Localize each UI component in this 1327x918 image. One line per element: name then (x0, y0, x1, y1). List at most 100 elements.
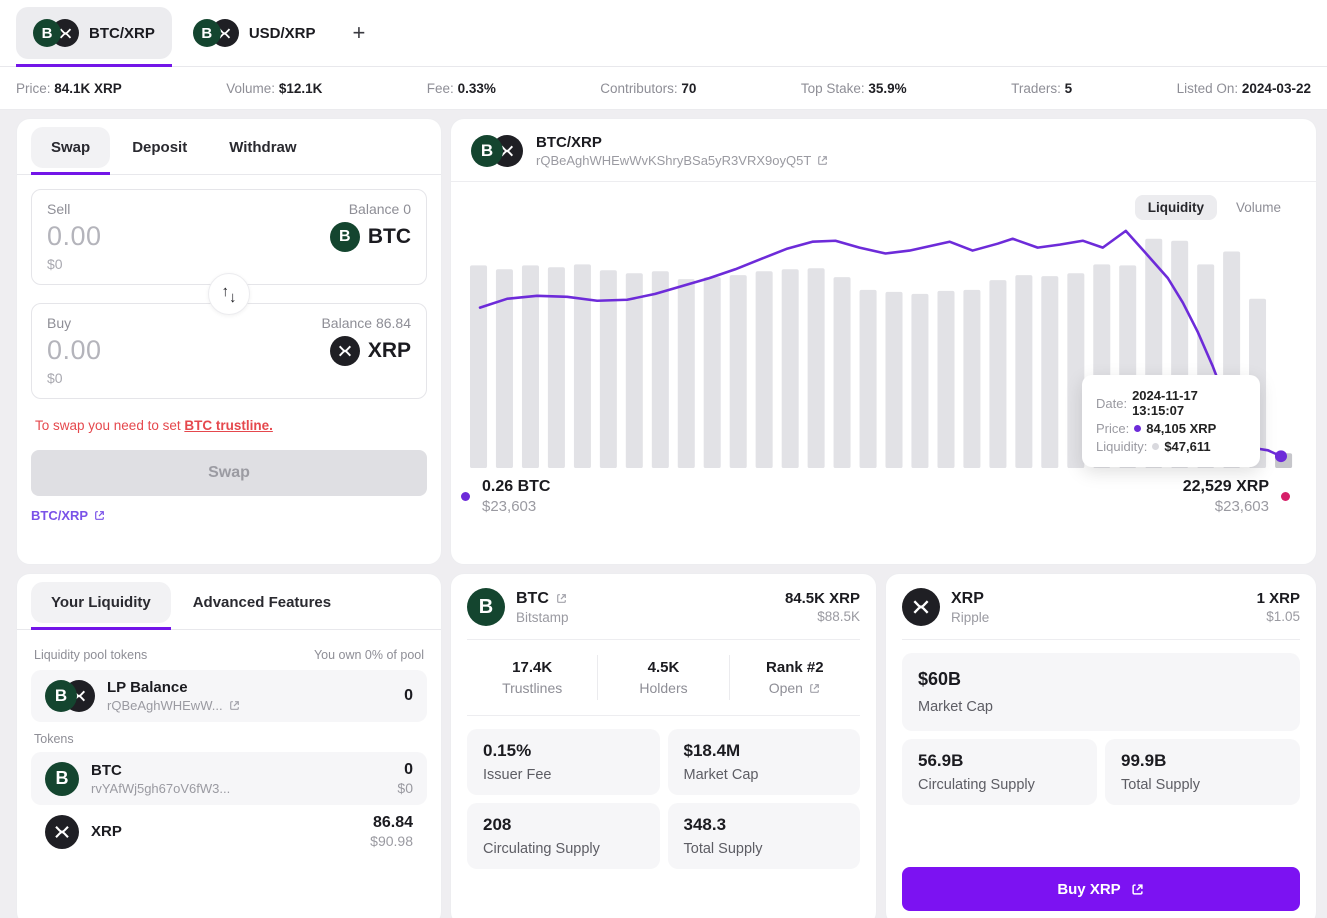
stat-top-stake: Top Stake: 35.9% (801, 81, 907, 96)
rank-open-link[interactable]: Open (730, 680, 860, 696)
pool-tokens-label: Liquidity pool tokens (34, 648, 147, 662)
buy-box: Buy Balance 86.84 0.00 XRP $0 (31, 303, 427, 399)
pink-dot-icon (1281, 492, 1290, 501)
swap-button[interactable]: Swap (31, 450, 427, 496)
pool-ownership-label: You own 0% of pool (314, 648, 424, 662)
external-link-icon[interactable] (228, 699, 241, 712)
tab-label: BTC/XRP (89, 25, 155, 42)
tooltip-liquidity: $47,611 (1164, 439, 1210, 454)
your-liquidity-panel: Your Liquidity Advanced Features Liquidi… (16, 573, 442, 918)
usd-xrp-pair-icon: B (193, 19, 239, 47)
token-issuer: Bitstamp (516, 610, 569, 625)
btc-xrp-pair-icon: B (45, 680, 95, 712)
external-link-icon (1130, 882, 1145, 897)
btc-icon: B (330, 222, 360, 252)
external-link-icon[interactable] (555, 592, 568, 605)
buy-amount-input[interactable]: 0.00 (47, 335, 102, 366)
plus-icon: + (353, 20, 366, 45)
stat-contributors: Contributors: 70 (600, 81, 696, 96)
purple-dot-icon (461, 492, 470, 501)
sell-box: Sell Balance 0 0.00 B BTC $0 (31, 189, 427, 285)
buy-xrp-button[interactable]: Buy XRP (902, 867, 1300, 911)
tab-usd-xrp[interactable]: B USD/XRP (176, 7, 333, 59)
lp-balance-value: 0 (404, 687, 413, 705)
sell-amount-input[interactable]: 0.00 (47, 221, 102, 252)
token-price: 84.5K XRP (785, 590, 860, 607)
chart-tooltip: Date:2024-11-17 13:15:07 Price:84,105 XR… (1082, 375, 1260, 467)
stat-fee: Fee: 0.33% (427, 81, 496, 96)
xrp-token-card: XRP Ripple 1 XRP $1.05 $60B Market Cap 5… (885, 573, 1317, 918)
token-symbol: XRP (951, 590, 984, 608)
toggle-liquidity[interactable]: Liquidity (1135, 195, 1217, 220)
tab-withdraw[interactable]: Withdraw (209, 127, 316, 168)
chart-mode-toggle: Liquidity Volume (451, 182, 1316, 222)
arrow-up-icon: ↑ (222, 283, 230, 300)
stat-price: Price: 84.1K XRP (16, 81, 122, 96)
arrow-down-icon: ↓ (229, 289, 237, 306)
sell-balance: Balance 0 (349, 201, 411, 217)
price-dot-icon (1134, 425, 1141, 432)
token-fiat: $90.98 (370, 833, 413, 849)
pool-reserve-left: 0.26 BTC $23,603 (461, 478, 550, 515)
token-price-fiat: $88.5K (785, 609, 860, 624)
buy-fiat-value: $0 (47, 370, 411, 386)
tile-circulating-supply: 208 Circulating Supply (467, 803, 660, 869)
tab-btc-xrp[interactable]: B BTC/XRP (16, 7, 172, 59)
xrp-icon (45, 815, 79, 849)
chart-pair-title: BTC/XRP (536, 134, 829, 151)
tile-market-cap: $18.4M Market Cap (668, 729, 861, 795)
reserve-xrp-fiat: $23,603 (1183, 498, 1269, 515)
tab-label: USD/XRP (249, 25, 316, 42)
buy-label: Buy (47, 315, 71, 331)
token-symbol: BTC (516, 590, 549, 608)
token-price: 1 XRP (1257, 590, 1300, 607)
tab-swap[interactable]: Swap (31, 127, 110, 168)
tile-issuer-fee: 0.15% Issuer Fee (467, 729, 660, 795)
tooltip-price: 84,105 XRP (1146, 421, 1216, 436)
tile-circulating-supply: 56.9B Circulating Supply (902, 739, 1097, 805)
reserve-btc-amount: 0.26 BTC (482, 478, 550, 496)
buy-balance: Balance 86.84 (321, 315, 411, 331)
sell-token-symbol: BTC (368, 225, 411, 249)
token-address: rvYAfWj5gh67oV6fW3... (91, 781, 230, 796)
tile-total-supply: 348.3 Total Supply (668, 803, 861, 869)
sell-token-selector[interactable]: B BTC (330, 222, 411, 252)
buy-token-selector[interactable]: XRP (330, 336, 411, 366)
btc-icon: B (45, 762, 79, 796)
pair-tab-bar: B BTC/XRP B USD/XRP + (0, 0, 1327, 67)
lp-address: rQBeAghWHEwW... (107, 698, 241, 713)
external-link-icon (808, 682, 821, 695)
token-row-xrp: XRP 86.84 $90.98 (31, 805, 427, 858)
tab-deposit[interactable]: Deposit (112, 127, 207, 168)
reserve-xrp-amount: 22,529 XRP (1183, 478, 1269, 496)
tab-your-liquidity[interactable]: Your Liquidity (31, 582, 171, 623)
btc-xrp-pair-icon: B (33, 19, 79, 47)
toggle-volume[interactable]: Volume (1223, 195, 1294, 220)
stat-holders: 4.5K Holders (597, 655, 728, 700)
token-balance: 86.84 (370, 814, 413, 832)
token-price-fiat: $1.05 (1257, 609, 1300, 624)
xrp-icon (330, 336, 360, 366)
lp-balance-row: B LP Balance rQBeAghWHEwW... 0 (31, 670, 427, 722)
token-symbol: BTC (91, 762, 230, 779)
swap-direction-button[interactable]: ↑↓ (208, 273, 250, 315)
stat-listed-on: Listed On: 2024-03-22 (1177, 81, 1311, 96)
tab-advanced-features[interactable]: Advanced Features (173, 582, 351, 623)
external-link-icon[interactable] (816, 154, 829, 167)
xrp-icon (902, 588, 940, 626)
swap-tabs: Swap Deposit Withdraw (17, 119, 441, 175)
stat-volume: Volume: $12.1K (226, 81, 322, 96)
buy-token-symbol: XRP (368, 339, 411, 363)
pool-chart-panel: B BTC/XRP rQBeAghWHEwWvKShryBSa5yR3VRX9o… (450, 118, 1317, 565)
btc-token-card: B BTC Bitstamp 84.5K XRP $88.5K 17.4K (450, 573, 877, 918)
reserve-btc-fiat: $23,603 (482, 498, 550, 515)
liquidity-tabs: Your Liquidity Advanced Features (17, 574, 441, 630)
liquidity-dot-icon (1152, 443, 1159, 450)
tile-total-supply: 99.9B Total Supply (1105, 739, 1300, 805)
trustline-link[interactable]: BTC trustline. (184, 418, 273, 433)
tile-market-cap: $60B Market Cap (902, 653, 1300, 731)
token-issuer: Ripple (951, 610, 989, 625)
add-pair-button[interactable]: + (337, 10, 382, 56)
pair-external-link[interactable]: BTC/XRP (31, 508, 106, 523)
pool-address: rQBeAghWHEwWvKShryBSa5yR3VRX9oyQ5T (536, 153, 829, 168)
